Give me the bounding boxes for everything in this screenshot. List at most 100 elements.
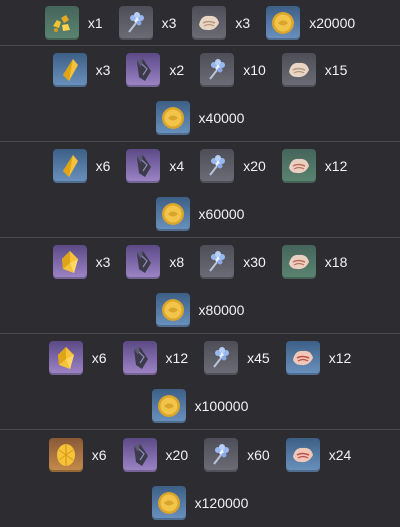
currency-quantity: x60000 xyxy=(198,205,245,222)
material-quantity: x3 xyxy=(161,14,177,31)
material-item[interactable]: x20 xyxy=(122,437,189,472)
material-row: x6 x12 x45 x12 xyxy=(41,339,360,377)
coin-icon xyxy=(266,5,301,40)
blue-flower-icon xyxy=(200,244,235,279)
currency-item[interactable]: x60000 xyxy=(155,196,245,231)
material-item[interactable]: x12 xyxy=(122,340,189,375)
material-item[interactable]: x45 xyxy=(204,340,270,375)
material-item[interactable]: x6 xyxy=(48,437,107,472)
gold-gem-icon xyxy=(48,437,83,472)
material-quantity: x12 xyxy=(165,349,189,366)
currency-item[interactable]: x120000 xyxy=(151,485,249,520)
material-item[interactable]: x10 xyxy=(200,52,266,87)
blue-flower-icon xyxy=(118,5,153,40)
tier-1: x1 x3 x3 x20000 xyxy=(0,0,400,46)
material-quantity: x6 xyxy=(91,349,107,366)
currency-row: x80000 xyxy=(148,291,253,329)
material-row: x3 x2 x10 x15 xyxy=(45,51,356,89)
currency-quantity: x100000 xyxy=(194,397,249,414)
material-item[interactable]: x20000 xyxy=(266,5,356,40)
material-row: x6 x20 x60 x24 xyxy=(41,436,360,474)
crystal-chunk-icon xyxy=(126,244,161,279)
material-quantity: x6 xyxy=(95,157,111,174)
currency-row: x40000 xyxy=(148,99,253,137)
material-item[interactable]: x3 xyxy=(52,52,111,87)
blue-flower-icon xyxy=(200,148,235,183)
material-item[interactable]: x1 xyxy=(44,5,103,40)
blue-flower-icon xyxy=(204,437,239,472)
currency-row: x60000 xyxy=(148,195,253,233)
coin-icon xyxy=(151,485,186,520)
material-quantity: x20000 xyxy=(309,14,356,31)
shell-icon xyxy=(285,340,320,375)
material-quantity: x18 xyxy=(324,253,348,270)
material-quantity: x20 xyxy=(243,157,266,174)
currency-quantity: x120000 xyxy=(194,494,249,511)
gold-shard-icon xyxy=(52,52,87,87)
crystal-chunk-icon xyxy=(122,437,157,472)
shell-icon xyxy=(281,52,316,87)
currency-item[interactable]: x80000 xyxy=(155,292,245,327)
currency-row: x100000 xyxy=(144,387,257,425)
material-item[interactable]: x60 xyxy=(204,437,270,472)
material-item[interactable]: x3 xyxy=(192,5,251,40)
shell-icon xyxy=(192,5,227,40)
shell-icon xyxy=(285,437,320,472)
material-quantity: x45 xyxy=(247,349,270,366)
material-quantity: x20 xyxy=(165,446,189,463)
material-quantity: x1 xyxy=(87,14,103,31)
material-item[interactable]: x12 xyxy=(285,340,351,375)
material-row: x6 x4 x20 x12 xyxy=(45,147,356,185)
tier-4: x3 x8 x30 x18 x80000 xyxy=(0,238,400,334)
material-item[interactable]: x3 xyxy=(118,5,177,40)
material-item[interactable]: x6 xyxy=(48,340,107,375)
material-item[interactable]: x18 xyxy=(281,244,348,279)
currency-row: x120000 xyxy=(144,484,257,522)
gold-shard-icon xyxy=(52,148,87,183)
crystal-chunk-icon xyxy=(126,148,161,183)
material-quantity: x24 xyxy=(328,446,352,463)
currency-quantity: x80000 xyxy=(198,301,245,318)
material-quantity: x30 xyxy=(243,253,266,270)
material-item[interactable]: x24 xyxy=(285,437,352,472)
gold-fragment-icon xyxy=(52,244,87,279)
currency-quantity: x40000 xyxy=(198,109,245,126)
currency-item[interactable]: x100000 xyxy=(151,388,249,423)
gold-fragment-icon xyxy=(48,340,83,375)
material-item[interactable]: x3 xyxy=(52,244,111,279)
material-row: x1 x3 x3 x20000 xyxy=(37,4,363,42)
gold-ore-icon xyxy=(44,5,79,40)
material-quantity: x10 xyxy=(243,61,266,78)
tier-3: x6 x4 x20 x12 x60000 xyxy=(0,142,400,238)
material-item[interactable]: x2 xyxy=(126,52,184,87)
material-quantity: x12 xyxy=(324,157,348,174)
coin-icon xyxy=(155,292,190,327)
shell-icon xyxy=(281,244,316,279)
material-quantity: x6 xyxy=(91,446,107,463)
coin-icon xyxy=(151,388,186,423)
material-quantity: x3 xyxy=(95,61,111,78)
tier-2: x3 x2 x10 x15 x40000 xyxy=(0,46,400,142)
blue-flower-icon xyxy=(200,52,235,87)
material-quantity: x4 xyxy=(169,157,185,174)
material-quantity: x8 xyxy=(169,253,185,270)
material-item[interactable]: x8 xyxy=(126,244,185,279)
coin-icon xyxy=(155,196,190,231)
material-item[interactable]: x15 xyxy=(281,52,348,87)
material-item[interactable]: x20 xyxy=(200,148,266,183)
crystal-chunk-icon xyxy=(126,52,161,87)
material-item[interactable]: x4 xyxy=(126,148,185,183)
tier-5: x6 x12 x45 x12 x100000 xyxy=(0,334,400,430)
material-item[interactable]: x12 xyxy=(281,148,348,183)
shell-icon xyxy=(281,148,316,183)
material-item[interactable]: x30 xyxy=(200,244,266,279)
crystal-chunk-icon xyxy=(122,340,157,375)
material-quantity: x15 xyxy=(324,61,348,78)
material-item[interactable]: x6 xyxy=(52,148,111,183)
currency-item[interactable]: x40000 xyxy=(155,100,245,135)
coin-icon xyxy=(155,100,190,135)
tier-6: x6 x20 x60 x24 x120000 xyxy=(0,430,400,527)
ascension-materials-panel: x1 x3 x3 x20000 x3 x2 x10 x15 x40000 x6 … xyxy=(0,0,400,527)
material-quantity: x3 xyxy=(95,253,111,270)
material-quantity: x3 xyxy=(235,14,251,31)
